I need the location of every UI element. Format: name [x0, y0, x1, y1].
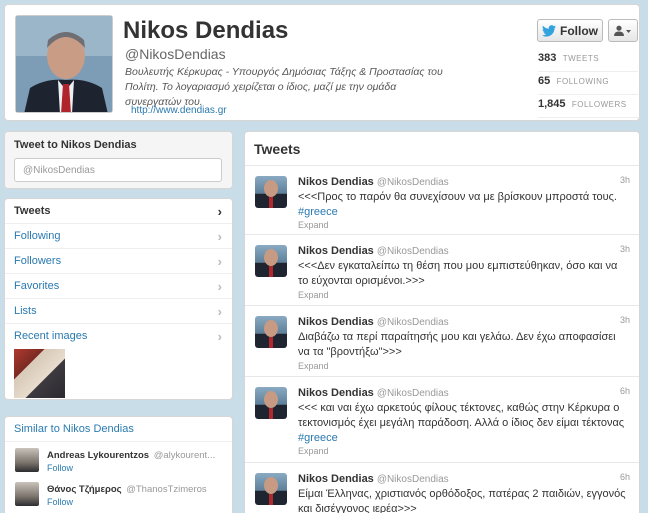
expand-link[interactable]: Expand	[298, 361, 629, 371]
follow-button[interactable]: Follow	[537, 19, 603, 42]
tweet-text: <<<Προς το παρόν θα συνεχίσουν να με βρί…	[298, 191, 617, 203]
chevron-right-icon: ›	[217, 329, 222, 344]
hashtag-link[interactable]: #greece	[298, 205, 629, 219]
profile-handle: @NikosDendias	[125, 46, 226, 62]
tweet-to-input[interactable]	[14, 158, 222, 182]
stat-tweets-count: 383	[538, 52, 557, 64]
similar-user-name[interactable]: Andreas Lykourentzos @alykourent...	[47, 450, 215, 461]
nav-item-favorites[interactable]: Favorites ›	[5, 274, 232, 299]
nav-item-following[interactable]: Following ›	[5, 224, 232, 249]
profile-nav: Tweets › Following › Followers › Favorit…	[4, 198, 233, 400]
tweet-author-handle: @NikosDendias	[376, 474, 449, 485]
stat-following-label: FOLLOWING	[556, 77, 610, 86]
tweet-author-name[interactable]: Nikos Dendias	[298, 473, 374, 485]
profile-stats: 383 TWEETS 65 FOLLOWING 1,845 FOLLOWERS	[538, 49, 638, 118]
tweet-author-name[interactable]: Nikos Dendias	[298, 176, 374, 188]
expand-link[interactable]: Expand	[298, 220, 629, 230]
hashtag-link[interactable]: #greece	[298, 431, 629, 445]
twitter-bird-icon	[542, 24, 556, 37]
tweets-header: Tweets	[245, 132, 639, 166]
similar-title[interactable]: Similar to Nikos Dendias	[5, 417, 232, 442]
nav-item-tweets[interactable]: Tweets ›	[5, 199, 232, 224]
tweet-text: <<< και ναι έχω αρκετούς φίλους τέκτονες…	[298, 402, 625, 429]
tweet-item[interactable]: 3h Nikos Dendias @NikosDendias Διαβάζω τα…	[245, 306, 639, 377]
avatar[interactable]	[255, 387, 287, 419]
tweet-item[interactable]: 6h Nikos Dendias @NikosDendias Είμαι Έλλη…	[245, 463, 639, 513]
user-actions-button[interactable]	[608, 19, 638, 42]
avatar[interactable]	[255, 473, 287, 505]
avatar[interactable]	[255, 176, 287, 208]
similar-follow-link[interactable]: Follow	[47, 463, 73, 473]
tweet-item[interactable]: 3h Nikos Dendias @NikosDendias <<<Προς το…	[245, 166, 639, 235]
tweet-text: <<<Δεν εγκαταλείπω τη θέση που μου εμπισ…	[298, 260, 618, 287]
tweet-author-handle: @NikosDendias	[376, 246, 449, 257]
stat-followers[interactable]: 1,845 FOLLOWERS	[538, 95, 638, 118]
similar-follow-link[interactable]: Follow	[47, 497, 73, 507]
profile-avatar[interactable]	[15, 15, 113, 113]
tweet-author-name[interactable]: Nikos Dendias	[298, 387, 374, 399]
stat-followers-label: FOLLOWERS	[571, 100, 627, 109]
nav-item-label: Lists	[14, 305, 37, 317]
tweet-author-handle: @NikosDendias	[376, 177, 449, 188]
similar-user-handle: @ThanosTzimeros	[126, 484, 207, 495]
nav-item-recent-images[interactable]: Recent images ›	[5, 324, 232, 349]
similar-user-handle: @alykourent...	[153, 450, 216, 461]
similar-user-fullname: Θάνος Τζήμερος	[47, 484, 122, 495]
profile-card: Nikos Dendias @NikosDendias Βουλευτής Κέ…	[4, 4, 640, 121]
nav-item-followers[interactable]: Followers ›	[5, 249, 232, 274]
chevron-right-icon: ›	[217, 204, 222, 219]
avatar[interactable]	[255, 316, 287, 348]
similar-user-item: Andreas Lykourentzos @alykourent... Foll…	[5, 442, 232, 476]
chevron-right-icon: ›	[217, 254, 222, 269]
profile-bio: Βουλευτής Κέρκυρας - Υπουργός Δημόσιας Τ…	[125, 66, 443, 108]
recent-image-thumbnail[interactable]	[14, 349, 65, 398]
nav-item-label: Recent images	[14, 330, 88, 342]
profile-name: Nikos Dendias	[123, 17, 289, 44]
stat-following-count: 65	[538, 75, 551, 87]
tweet-timestamp[interactable]: 6h	[620, 472, 630, 482]
chevron-right-icon: ›	[217, 304, 222, 319]
profile-url-link[interactable]: http://www.dendias.gr	[131, 105, 227, 116]
tweet-to-title: Tweet to Nikos Dendias	[14, 139, 137, 151]
chevron-right-icon: ›	[217, 279, 222, 294]
nav-item-lists[interactable]: Lists ›	[5, 299, 232, 324]
tweet-item[interactable]: 6h Nikos Dendias @NikosDendias <<< και να…	[245, 377, 639, 463]
stat-tweets[interactable]: 383 TWEETS	[538, 49, 638, 72]
user-dropdown-icon	[614, 25, 631, 36]
chevron-right-icon: ›	[217, 229, 222, 244]
tweets-timeline: Tweets 3h Nikos Dendias @NikosDendias <<<…	[244, 131, 640, 513]
avatar[interactable]	[15, 482, 39, 506]
tweet-author-name[interactable]: Nikos Dendias	[298, 245, 374, 257]
follow-button-label: Follow	[560, 23, 598, 38]
tweet-text: Διαβάζω τα περί παραίτησής μου και γελάω…	[298, 331, 616, 358]
nav-item-label: Tweets	[14, 205, 51, 217]
similar-user-fullname: Andreas Lykourentzos	[47, 450, 150, 461]
nav-item-label: Followers	[14, 255, 62, 267]
tweet-timestamp[interactable]: 3h	[620, 315, 630, 325]
nav-item-label: Favorites	[14, 280, 60, 292]
expand-link[interactable]: Expand	[298, 446, 629, 456]
tweet-text: Είμαι Έλληνας, χριστιανός ορθόδοξος, πατ…	[298, 488, 626, 513]
tweet-author-handle: @NikosDendias	[376, 388, 449, 399]
tweet-timestamp[interactable]: 3h	[620, 175, 630, 185]
tweet-timestamp[interactable]: 3h	[620, 244, 630, 254]
tweet-item[interactable]: 3h Nikos Dendias @NikosDendias <<<Δεν εγκ…	[245, 235, 639, 306]
stat-following[interactable]: 65 FOLLOWING	[538, 72, 638, 95]
tweet-author-handle: @NikosDendias	[376, 317, 449, 328]
similar-user-item: Θάνος Τζήμερος @ThanosTzimeros Follow	[5, 476, 232, 510]
avatar[interactable]	[255, 245, 287, 277]
avatar[interactable]	[15, 448, 39, 472]
nav-item-label: Following	[14, 230, 61, 242]
tweet-to-box: Tweet to Nikos Dendias	[4, 131, 233, 189]
stat-followers-count: 1,845	[538, 98, 566, 110]
similar-user-name[interactable]: Θάνος Τζήμερος @ThanosTzimeros	[47, 484, 207, 495]
tweet-timestamp[interactable]: 6h	[620, 386, 630, 396]
similar-users-box: Similar to Nikos Dendias Andreas Lykoure…	[4, 416, 233, 513]
portrait-image	[16, 16, 112, 112]
tweet-author-name[interactable]: Nikos Dendias	[298, 316, 374, 328]
stat-tweets-label: TWEETS	[562, 54, 600, 63]
expand-link[interactable]: Expand	[298, 290, 629, 300]
